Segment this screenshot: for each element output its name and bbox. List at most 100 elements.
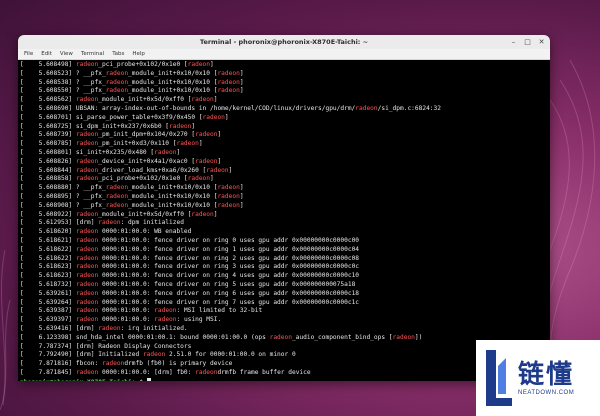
log-highlight: radeon	[202, 113, 225, 121]
log-text: UBSAN: array-index-out-of-bounds in /hom…	[72, 104, 356, 112]
log-line: [ 5.608739] radeon_pm_init_dpm+0x104/0x2…	[20, 131, 550, 140]
menu-tabs[interactable]: Tabs	[108, 51, 128, 57]
menu-help[interactable]: Help	[128, 51, 149, 57]
log-text: ]	[239, 69, 244, 77]
log-text: [drm]	[72, 324, 99, 332]
log-highlight: radeon	[187, 175, 211, 183]
log-highlight: radeon	[195, 157, 218, 165]
log-text: ]	[213, 210, 218, 218]
log-highlight: radeon	[75, 157, 99, 165]
log-text: 0000:01:00.0: fence driver on ring 2 use…	[98, 254, 360, 262]
close-icon[interactable]: ✕	[537, 37, 546, 47]
log-highlight: radeon	[195, 131, 218, 139]
minimize-icon[interactable]: –	[509, 37, 518, 47]
log-highlight: radeon	[75, 368, 99, 376]
log-highlight: radeon	[217, 192, 240, 200]
menu-edit[interactable]: Edit	[37, 51, 56, 57]
log-line: [ 5.608538] ? __pfx_radeon_module_init+0…	[20, 79, 550, 88]
menu-view[interactable]: View	[56, 51, 77, 57]
log-highlight: radeon	[206, 166, 229, 174]
log-text: _audio_component_bind_ops [	[291, 333, 393, 341]
log-text: 0000:01:00.0: fence driver on ring 1 use…	[98, 245, 360, 253]
log-text: _module_init+0x10/0x10 [	[128, 184, 218, 192]
log-text: : using MSI.	[176, 316, 222, 324]
log-text: 0000:01:00.0: fence driver on ring 0 use…	[98, 236, 360, 244]
log-text: 0000:01:00.0:	[98, 316, 155, 324]
log-text: si_dpm_init+0x237/0x6b0 [	[72, 122, 170, 130]
log-highlight: radeon	[105, 69, 129, 77]
log-text: 0000:01:00.0: fence driver on ring 4 use…	[98, 272, 360, 280]
log-highlight: radeon	[75, 175, 99, 183]
log-text: ? __pfx_	[72, 192, 106, 200]
log-text: ]	[239, 184, 244, 192]
log-timestamp: [ 5.608922]	[20, 210, 73, 218]
log-highlight: radeon	[169, 122, 192, 130]
log-text: fbcon:	[72, 360, 102, 368]
log-text: ]	[239, 78, 244, 86]
log-timestamp: [ 5.608725]	[20, 122, 73, 130]
log-highlight: radeon	[187, 61, 211, 68]
prompt-user-host: phoronix@phoronix-X870E-Taichi	[20, 379, 132, 381]
log-timestamp: [ 5.608801]	[20, 148, 73, 156]
logo-text: 链懂 NEATDOWN.COM	[518, 360, 574, 396]
log-timestamp: [ 5.608908]	[20, 201, 73, 209]
log-timestamp: [ 5.608785]	[20, 140, 73, 148]
log-timestamp: [ 5.612953]	[20, 219, 73, 227]
log-line: [ 5.608562] radeon_module_init+0x5d/0xff…	[20, 96, 550, 105]
log-timestamp: [ 5.618620]	[20, 228, 73, 236]
log-timestamp: [ 5.608550]	[20, 87, 73, 95]
log-timestamp: [ 5.639416]	[20, 324, 73, 332]
log-line: [ 5.608826] radeon_device_init+0x4a1/0xa…	[20, 158, 550, 167]
log-highlight: radeon	[105, 184, 129, 192]
log-timestamp: [ 5.608701]	[20, 113, 73, 121]
log-line: [ 5.608895] ? __pfx_radeon_module_init+0…	[20, 193, 550, 202]
maximize-icon[interactable]: □	[523, 37, 532, 47]
log-text: ]	[213, 96, 218, 104]
log-timestamp: [ 6.123398]	[20, 333, 73, 341]
terminal-window[interactable]: Terminal - phoronix@phoronix-X870E-Taich…	[18, 35, 550, 381]
log-text: ? __pfx_	[72, 184, 106, 192]
log-text: ]	[228, 166, 233, 174]
log-highlight: radeon	[154, 316, 177, 324]
titlebar[interactable]: Terminal - phoronix@phoronix-X870E-Taich…	[18, 35, 550, 49]
logo-chinese-text: 链懂	[518, 360, 575, 390]
log-line: [ 5.639261] radeon 0000:01:00.0: fence d…	[20, 290, 550, 299]
log-timestamp: [ 5.618621]	[20, 236, 73, 244]
log-line: [ 7.792490] [drm] Initialized radeon 2.5…	[20, 351, 550, 360]
menu-file[interactable]: File	[20, 51, 37, 57]
log-text: _module_init+0x5d/0xff0 [	[98, 96, 192, 104]
log-timestamp: [ 5.608538]	[20, 78, 73, 86]
log-text: 0000:01:00.0: fence driver on ring 3 use…	[98, 263, 360, 271]
log-highlight: radeon	[75, 263, 99, 271]
log-line: [ 7.871816] fbcon: radeondrmfb (fb0) is …	[20, 360, 550, 369]
terminal-output[interactable]: [ 5.608498] radeon_pci_probe+0x102/0x1e0…	[18, 60, 550, 381]
log-highlight: radeon	[195, 368, 218, 376]
log-text: _pm_init_dpm+0x104/0x270 [	[98, 131, 196, 139]
menu-terminal[interactable]: Terminal	[77, 51, 108, 57]
log-highlight: radeon	[217, 69, 240, 77]
log-timestamp: [ 5.618623]	[20, 263, 73, 271]
log-timestamp: [ 5.608739]	[20, 131, 73, 139]
log-timestamp: [ 5.639397]	[20, 316, 73, 324]
log-line: [ 5.608701] si_parse_power_table+0x3f9/0…	[20, 114, 550, 123]
log-text: 0000:01:00.0: fence driver on ring 7 use…	[98, 298, 360, 306]
log-text: ? __pfx_	[72, 87, 106, 95]
window-controls: – □ ✕	[509, 37, 546, 47]
log-highlight: radeon	[142, 351, 166, 359]
log-highlight: radeon	[101, 360, 125, 368]
log-text: 0000:01:00.0: fence driver on ring 5 use…	[98, 280, 356, 288]
log-highlight: radeon	[75, 140, 99, 148]
log-text: _module_init+0x10/0x10 [	[128, 69, 218, 77]
prompt-line[interactable]: phoronix@phoronix-X870E-Taichi:~$	[20, 377, 550, 381]
log-text: ]	[176, 148, 181, 156]
log-text: : MSI limited to 32-bit	[176, 307, 263, 315]
log-timestamp: [ 5.639387]	[20, 307, 73, 315]
logo-english-text: NEATDOWN.COM	[518, 390, 575, 396]
log-text: ]	[224, 113, 229, 121]
log-text: _module_init+0x5d/0xff0 [	[98, 210, 192, 218]
log-text: si_parse_power_table+0x3f9/0x450 [	[72, 113, 203, 121]
log-highlight: radeon	[75, 298, 99, 306]
log-highlight: radeon	[75, 61, 99, 68]
log-text: si_init+0x235/0x480 [	[72, 148, 155, 156]
log-timestamp: [ 5.618623]	[20, 272, 73, 280]
